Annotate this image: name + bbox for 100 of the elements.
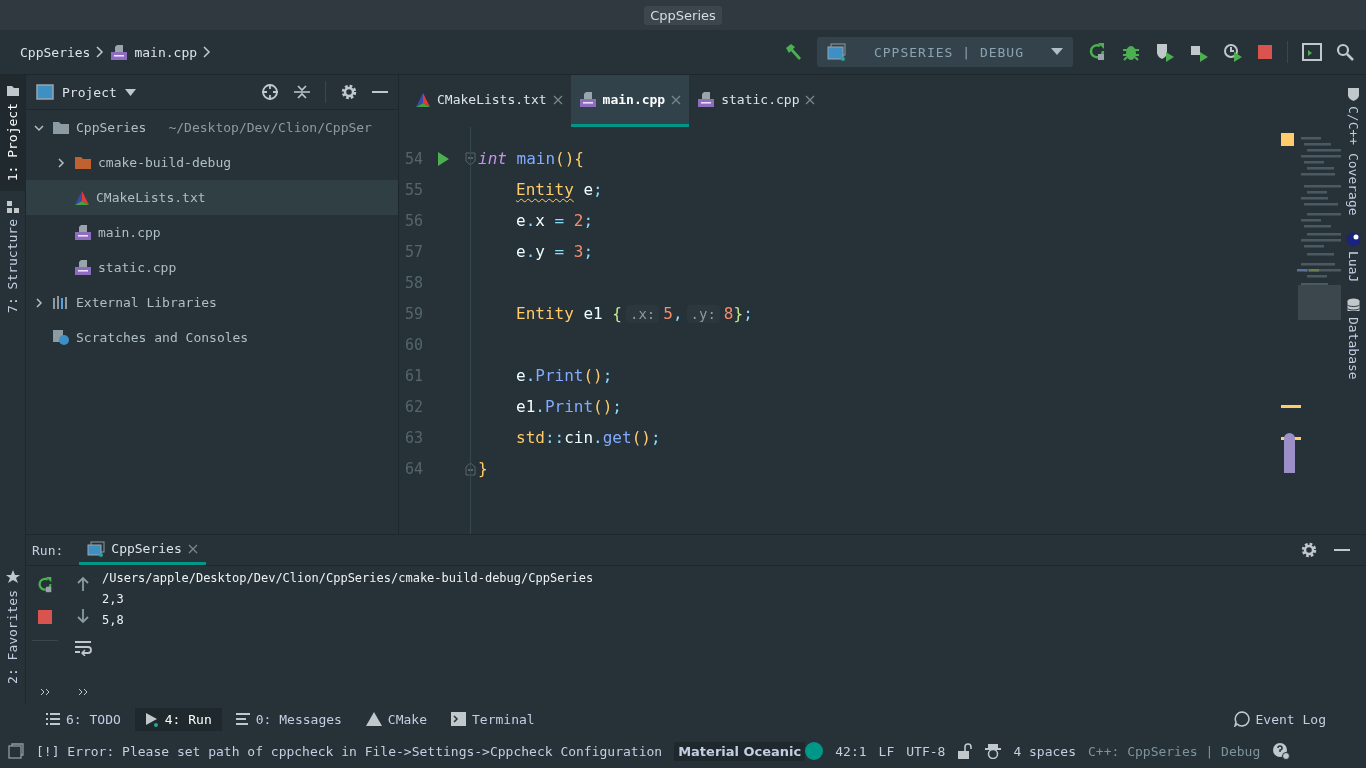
tool-window-tab[interactable]: Database bbox=[1341, 297, 1366, 380]
arrow-down-icon[interactable] bbox=[76, 608, 90, 624]
clock-run-icon[interactable] bbox=[1223, 42, 1243, 62]
tree-row[interactable]: External Libraries bbox=[26, 285, 398, 320]
close-icon[interactable] bbox=[805, 94, 816, 105]
code-token: } bbox=[733, 304, 744, 323]
chevron-icon bbox=[96, 46, 105, 58]
editor-tab[interactable]: CMakeLists.txt bbox=[407, 75, 571, 127]
chevron-down-icon[interactable] bbox=[34, 122, 44, 133]
code-token: 5 bbox=[663, 304, 673, 323]
search-icon[interactable] bbox=[1336, 43, 1354, 61]
panel-toggle-icon[interactable] bbox=[8, 743, 24, 759]
tool-window-button[interactable]: 0: Messages bbox=[225, 707, 352, 731]
code-token: e1 bbox=[516, 397, 536, 416]
code-token: x bbox=[535, 211, 546, 230]
soft-wrap-icon[interactable] bbox=[74, 640, 92, 656]
play-icon bbox=[144, 711, 159, 727]
tool-window-button[interactable]: Terminal bbox=[441, 707, 545, 731]
panel-title: Run: bbox=[32, 542, 64, 558]
code-token: e bbox=[516, 211, 526, 230]
locate-icon[interactable] bbox=[261, 83, 279, 101]
stop-icon[interactable] bbox=[1257, 44, 1273, 60]
tree-row[interactable]: cmake-build-debug bbox=[26, 145, 398, 180]
run-gutter-icon[interactable] bbox=[437, 151, 449, 166]
shield-run-icon[interactable] bbox=[1155, 42, 1175, 62]
chevron-right-icon[interactable] bbox=[34, 297, 44, 308]
tree-row[interactable]: main.cpp bbox=[26, 215, 398, 250]
tree-row[interactable]: static.cpp bbox=[26, 250, 398, 285]
code-token: e1 bbox=[582, 304, 604, 323]
arrow-up-icon[interactable] bbox=[76, 576, 90, 592]
unlock-icon[interactable] bbox=[957, 743, 974, 759]
tree-row[interactable]: Scratches and Consoles bbox=[26, 320, 398, 355]
code-token: () bbox=[593, 397, 613, 416]
code-token: Entity bbox=[516, 180, 574, 199]
code-token: get bbox=[602, 428, 632, 447]
editor-tab[interactable]: static.cpp bbox=[689, 75, 824, 127]
more-icon[interactable] bbox=[40, 688, 50, 696]
code-token: (){ bbox=[555, 149, 584, 168]
console-output-line: /Users/apple/Desktop/Dev/Clion/CppSeries/cmake-build-debug/CppSeries bbox=[102, 570, 594, 587]
chevron-icon bbox=[203, 46, 212, 58]
code-token: . bbox=[535, 397, 545, 416]
tree-item-label: CppSeries bbox=[76, 120, 147, 135]
tool-window-tab[interactable]: 2: Favorites bbox=[0, 560, 25, 694]
more-icon[interactable] bbox=[78, 688, 88, 696]
code-token: ; bbox=[743, 304, 753, 323]
rerun-icon[interactable] bbox=[1087, 42, 1107, 62]
project-view-dropdown[interactable]: Project bbox=[36, 84, 136, 100]
file-encoding[interactable]: UTF-8 bbox=[906, 743, 946, 759]
tree-row[interactable]: CppSeries ~/Desktop/Dev/Clion/CppSer bbox=[26, 110, 398, 145]
code-token: ; bbox=[650, 428, 661, 447]
breadcrumb[interactable]: CppSeries bbox=[20, 44, 91, 60]
resolve-context[interactable]: C++: CppSeries | Debug bbox=[1088, 743, 1261, 759]
line-separator[interactable]: LF bbox=[878, 743, 895, 759]
cpp-file-icon bbox=[578, 91, 597, 108]
help-bubble-icon[interactable] bbox=[1272, 742, 1291, 760]
hammer-icon[interactable] bbox=[783, 42, 803, 62]
event-log-button[interactable]: Event Log bbox=[1223, 707, 1336, 731]
code-token: Entity bbox=[516, 304, 574, 323]
tool-window-tab[interactable]: 1: Project bbox=[0, 75, 25, 192]
theme-indicator[interactable]: Material Oceanic bbox=[674, 741, 806, 761]
star-icon bbox=[5, 570, 20, 585]
folder-icon bbox=[5, 85, 20, 97]
tool-window-button[interactable]: 6: TODO bbox=[36, 707, 131, 731]
tool-window-tab[interactable]: 7: Structure bbox=[0, 191, 25, 324]
cpp-file-icon bbox=[74, 259, 92, 276]
code-token: = bbox=[554, 242, 566, 261]
code-token: ; bbox=[612, 397, 622, 416]
code-token: 3 bbox=[573, 242, 584, 261]
console-output-line: 2,3 bbox=[102, 591, 125, 608]
close-icon[interactable] bbox=[187, 543, 198, 554]
settings-icon[interactable] bbox=[340, 83, 358, 101]
tool-window-button[interactable]: CMake bbox=[355, 707, 437, 731]
breadcrumb[interactable]: main.cpp bbox=[134, 44, 198, 60]
triangle-icon bbox=[74, 189, 90, 206]
chevron-right-icon[interactable] bbox=[56, 157, 66, 168]
code-token: Print bbox=[544, 397, 594, 416]
minimize-icon[interactable] bbox=[372, 90, 388, 94]
minimize-icon[interactable] bbox=[1334, 548, 1350, 552]
indent-setting[interactable]: 4 spaces bbox=[1013, 743, 1076, 759]
status-message[interactable]: [!] Error: Please set path of cppcheck in File->Settings->Cppcheck Configuration bbox=[36, 743, 663, 759]
terminal-window-icon[interactable] bbox=[1302, 43, 1322, 61]
editor-tab[interactable]: main.cpp bbox=[570, 75, 690, 127]
code-token: e bbox=[516, 366, 526, 385]
caret-position[interactable]: 42:1 bbox=[835, 743, 867, 759]
run-tab[interactable]: CppSeries bbox=[79, 535, 206, 565]
tool-window-tab[interactable]: C/C++ Coverage bbox=[1341, 87, 1366, 216]
rerun-icon[interactable] bbox=[36, 576, 54, 594]
run-configuration-dropdown[interactable]: CPPSERIES | DEBUG bbox=[817, 37, 1073, 67]
code-token: e bbox=[582, 180, 594, 199]
code-token: e bbox=[516, 242, 526, 261]
tool-window-tab[interactable]: LuaJ bbox=[1341, 231, 1366, 282]
collapse-icon[interactable] bbox=[293, 83, 311, 101]
tree-row[interactable]: CMakeLists.txt bbox=[26, 180, 398, 215]
folder-icon bbox=[74, 155, 92, 170]
close-icon[interactable] bbox=[671, 94, 682, 105]
close-icon[interactable] bbox=[552, 94, 563, 105]
cpp-file-icon bbox=[110, 43, 129, 61]
tool-window-button[interactable]: 4: Run bbox=[134, 707, 222, 731]
window-title: CppSeries bbox=[644, 5, 722, 25]
settings-icon[interactable] bbox=[1300, 541, 1318, 559]
